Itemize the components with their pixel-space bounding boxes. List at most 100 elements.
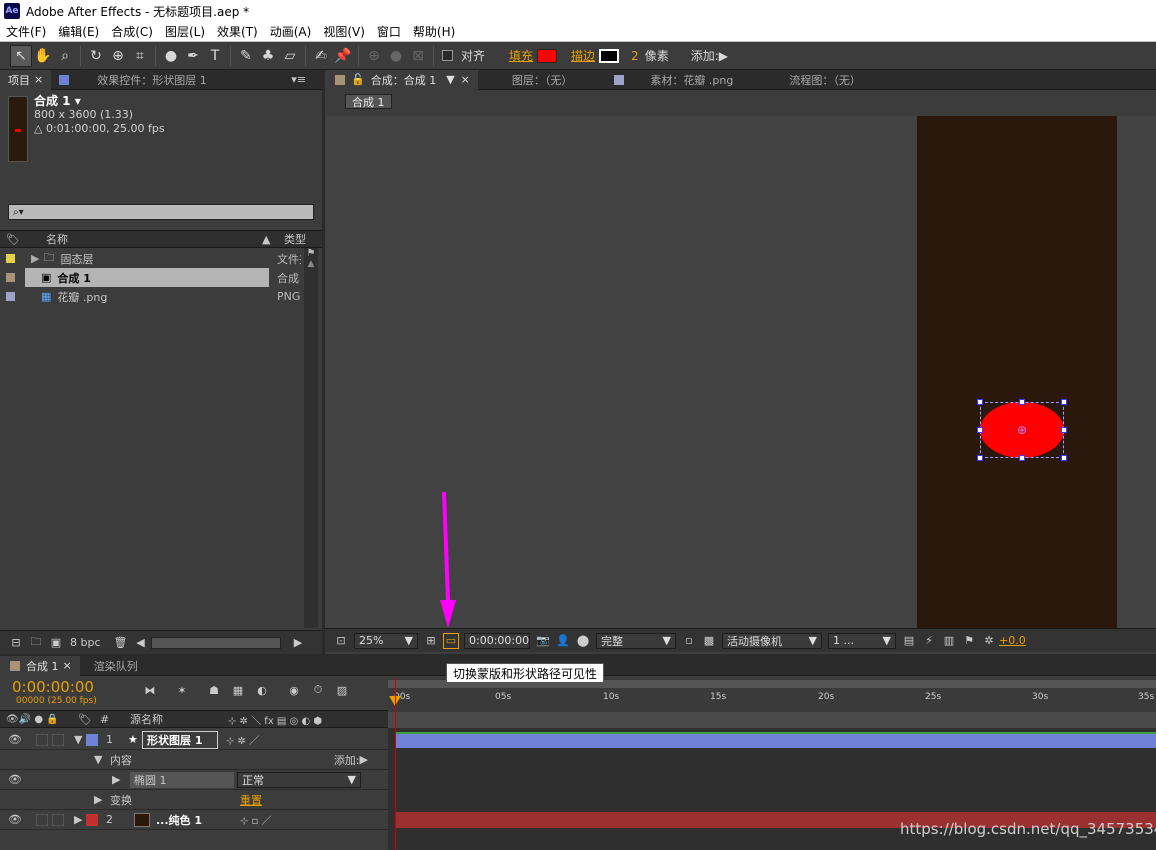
color-channels-icon[interactable]: ⬤ xyxy=(575,633,591,649)
menu-help[interactable]: 帮助(H) xyxy=(407,23,461,40)
trash-icon[interactable]: 🗑 xyxy=(113,635,129,651)
project-item-row[interactable]: ▶ 🗀 固态层 文件夹 xyxy=(0,249,304,268)
comp-canvas[interactable] xyxy=(917,116,1117,628)
view-layout-dropdown[interactable]: 1 ... ▼ xyxy=(828,632,896,649)
col-type-header[interactable]: 类型 xyxy=(284,231,306,247)
layer-switches-icons[interactable]: ⊹ ▫ ／ xyxy=(240,812,272,827)
panel-menu-icon[interactable]: ▾≡ xyxy=(291,73,306,86)
anchor-point-icon[interactable]: ⊕ xyxy=(1017,423,1027,437)
contents-row[interactable]: ▼ 内容 添加: ▶ xyxy=(0,750,388,770)
expand-arrow-icon[interactable]: ▼ xyxy=(74,733,86,746)
project-scrollbar[interactable]: ⚑ ▲ xyxy=(304,248,318,628)
flowchart-icon[interactable]: ⚑ xyxy=(961,633,977,649)
scroll-right-icon[interactable]: ▶ xyxy=(290,635,306,651)
transform-handle[interactable] xyxy=(977,455,983,461)
layer-row[interactable]: 👁 ▶ 2 ...纯色 1 ⊹ ▫ ／ xyxy=(0,810,388,830)
solo-box[interactable] xyxy=(36,733,48,746)
fast-previews-icon[interactable]: ⚡ xyxy=(921,633,937,649)
add-play-icon[interactable]: ▶ xyxy=(719,49,728,63)
transparency-grid-icon[interactable]: ▩ xyxy=(701,633,717,649)
transform-handle[interactable] xyxy=(977,399,983,405)
reset-link[interactable]: 重置 xyxy=(240,792,262,808)
layer-name[interactable]: 形状图层 1 xyxy=(142,730,218,749)
stroke-width-value[interactable]: 2 xyxy=(631,49,639,63)
exposure-value[interactable]: +0.0 xyxy=(999,634,1026,647)
layer-1-duration-bar[interactable] xyxy=(396,732,1156,748)
label-color[interactable] xyxy=(6,292,15,301)
close-icon[interactable]: × xyxy=(63,659,72,672)
mask-visibility-icon[interactable]: ▭ xyxy=(443,632,459,649)
text-tool-icon[interactable]: T xyxy=(204,45,226,67)
fill-label[interactable]: 填充 xyxy=(509,47,533,64)
close-icon[interactable]: × xyxy=(34,73,43,86)
stroke-label[interactable]: 描边 xyxy=(571,47,595,64)
always-preview-icon[interactable]: ⊡ xyxy=(333,633,349,649)
eraser-tool-icon[interactable]: ▱ xyxy=(279,45,301,67)
horizontal-scrollbar[interactable] xyxy=(150,636,281,649)
lock-box[interactable] xyxy=(52,733,64,746)
show-snapshot-icon[interactable]: 👤 xyxy=(555,633,571,649)
layer-label-color[interactable] xyxy=(86,813,98,826)
draft-3d-icon[interactable]: ✶ xyxy=(174,682,190,698)
comp-dropdown-icon[interactable]: ▼ xyxy=(446,73,454,86)
timeline-timecode[interactable]: 0:00:00:00 xyxy=(12,678,94,696)
layer-row[interactable]: 👁 ▼ 1 ★ 形状图层 1 ⊹ ✲ ／ xyxy=(0,730,388,750)
menu-effect[interactable]: 效果(T) xyxy=(211,23,264,40)
roto-brush-tool-icon[interactable]: ✍ xyxy=(310,45,332,67)
expand-arrow-icon[interactable]: ▶ xyxy=(31,252,39,265)
add-play-icon[interactable]: ▶ xyxy=(360,753,368,766)
flowchart-icon[interactable]: ⚑ xyxy=(304,248,318,259)
hide-shy-layers-icon[interactable]: ☗ xyxy=(206,682,222,698)
stroke-color-swatch[interactable] xyxy=(599,48,620,63)
puppet-pin-tool-icon[interactable]: 📌 xyxy=(332,45,354,67)
expand-arrow-icon[interactable]: ▶ xyxy=(94,793,110,806)
transform-handle[interactable] xyxy=(1061,455,1067,461)
menu-view[interactable]: 视图(V) xyxy=(317,23,371,40)
lock-icon[interactable]: 🔓 xyxy=(351,73,365,86)
sort-up-icon[interactable]: ▲ xyxy=(262,233,276,246)
scroll-up-icon[interactable]: ▲ xyxy=(304,259,318,269)
col-name-header[interactable]: 名称 xyxy=(46,231,262,247)
ellipse-group-row[interactable]: 👁 ▶ 椭圆 1 正常 ▼ xyxy=(0,770,388,790)
camera-dropdown[interactable]: 活动摄像机 ▼ xyxy=(722,632,822,649)
transform-handle[interactable] xyxy=(1061,427,1067,433)
transform-handle[interactable] xyxy=(1019,455,1025,461)
snap-checkbox[interactable] xyxy=(442,50,453,61)
clone-stamp-tool-icon[interactable]: ♣ xyxy=(257,45,279,67)
tab-timeline-comp[interactable]: 合成 1 × xyxy=(0,655,80,676)
tab-render-queue[interactable]: 渲染队列 xyxy=(86,656,146,676)
brush-tool-icon[interactable]: ✎ xyxy=(235,45,257,67)
tab-effect-controls[interactable]: 效果控件：形状图层 1 xyxy=(51,70,215,90)
new-comp-icon[interactable]: ▣ xyxy=(48,635,64,651)
scroll-left-icon[interactable]: ◀ xyxy=(133,635,149,651)
tab-footage[interactable]: 素材：花瓣 .png xyxy=(606,70,741,90)
ellipse-tool-icon[interactable]: ● xyxy=(160,45,182,67)
current-time-field[interactable]: 0:00:00:00 xyxy=(464,632,530,649)
lock-box[interactable] xyxy=(52,813,64,826)
expand-arrow-icon[interactable]: ▼ xyxy=(94,753,110,766)
menu-file[interactable]: 文件(F) xyxy=(0,23,52,40)
timeline-icon[interactable]: ▥ xyxy=(941,633,957,649)
close-icon[interactable]: × xyxy=(461,73,470,86)
solo-box[interactable] xyxy=(36,813,48,826)
transform-handle[interactable] xyxy=(1061,399,1067,405)
snapshot-camera-icon[interactable]: 📷 xyxy=(535,633,551,649)
project-search-input[interactable]: ⌕▾ xyxy=(8,204,314,220)
tab-flowchart[interactable]: 流程图：（无） xyxy=(781,70,869,90)
layer-switches-icons[interactable]: ⊹ ✲ ／ xyxy=(226,732,259,747)
blend-mode-dropdown[interactable]: 正常 ▼ xyxy=(237,771,361,788)
label-tag-icon[interactable]: 🏷 xyxy=(6,233,36,246)
tab-layer[interactable]: 图层：（无） xyxy=(504,70,581,90)
expand-arrow-icon[interactable]: ▶ xyxy=(112,773,130,786)
resolution-dropdown[interactable]: 完整 ▼ xyxy=(596,632,676,649)
menu-layer[interactable]: 图层(L) xyxy=(159,23,211,40)
visibility-eye-icon[interactable]: 👁 xyxy=(8,733,36,746)
layer-label-color[interactable] xyxy=(86,733,98,746)
zoom-tool-icon[interactable]: ⌕ xyxy=(54,45,76,67)
visibility-eye-icon[interactable]: 👁 xyxy=(8,773,112,786)
tab-composition[interactable]: 🔓 合成：合成 1 ▼ × xyxy=(325,69,478,90)
pan-behind-tool-icon[interactable]: ⌗ xyxy=(129,45,151,67)
current-time-indicator[interactable] xyxy=(395,678,396,850)
hand-tool-icon[interactable]: ✋ xyxy=(32,45,54,67)
motion-blur-icon[interactable]: ◐ xyxy=(254,682,270,698)
